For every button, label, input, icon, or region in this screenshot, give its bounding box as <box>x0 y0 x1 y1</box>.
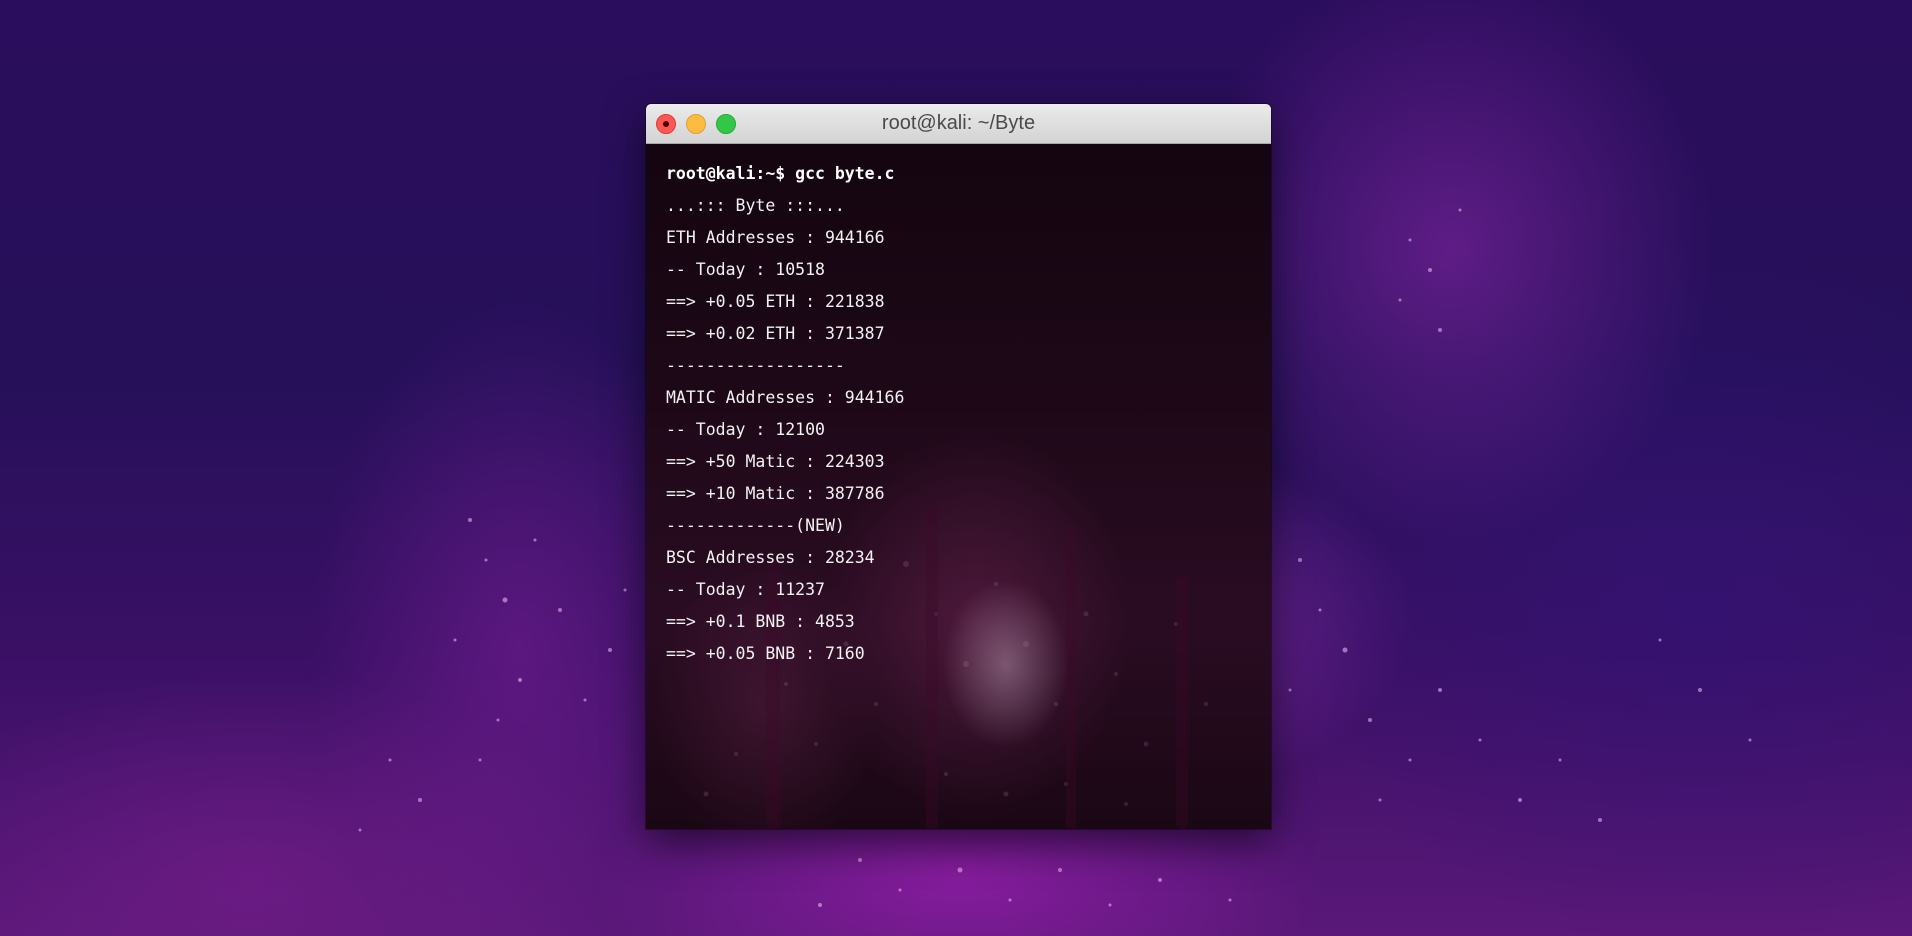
terminal-line: -------------(NEW) <box>666 516 845 535</box>
terminal-line: -- Today : 11237 <box>666 580 825 599</box>
terminal-window[interactable]: root@kali: ~/Byte root@kali:~$ gcc byte.… <box>646 104 1271 829</box>
terminal-line: MATIC Addresses : 944166 <box>666 388 905 407</box>
terminal-line: ==> +0.05 BNB : 7160 <box>666 644 865 663</box>
terminal-line: -- Today : 10518 <box>666 260 825 279</box>
terminal-line: ==> +0.05 ETH : 221838 <box>666 292 885 311</box>
terminal-line: ------------------ <box>666 356 845 375</box>
window-titlebar[interactable]: root@kali: ~/Byte <box>646 104 1271 144</box>
terminal-lines: root@kali:~$ gcc byte.c ...::: Byte :::.… <box>646 144 1271 670</box>
terminal-line: ==> +50 Matic : 224303 <box>666 452 885 471</box>
window-title: root@kali: ~/Byte <box>881 112 1036 134</box>
terminal-line: ETH Addresses : 944166 <box>666 228 885 247</box>
terminal-line: ...::: Byte :::... <box>666 196 845 215</box>
terminal-line: BSC Addresses : 28234 <box>666 548 875 567</box>
terminal-output[interactable]: root@kali:~$ gcc byte.c ...::: Byte :::.… <box>646 144 1271 829</box>
terminal-line: -- Today : 12100 <box>666 420 825 439</box>
terminal-command-line: root@kali:~$ gcc byte.c <box>666 164 895 183</box>
terminal-line: ==> +0.02 ETH : 371387 <box>666 324 885 343</box>
desktop-wallpaper: root@kali: ~/Byte root@kali:~$ gcc byte.… <box>0 0 1912 936</box>
terminal-line: ==> +0.1 BNB : 4853 <box>666 612 855 631</box>
terminal-line: ==> +10 Matic : 387786 <box>666 484 885 503</box>
